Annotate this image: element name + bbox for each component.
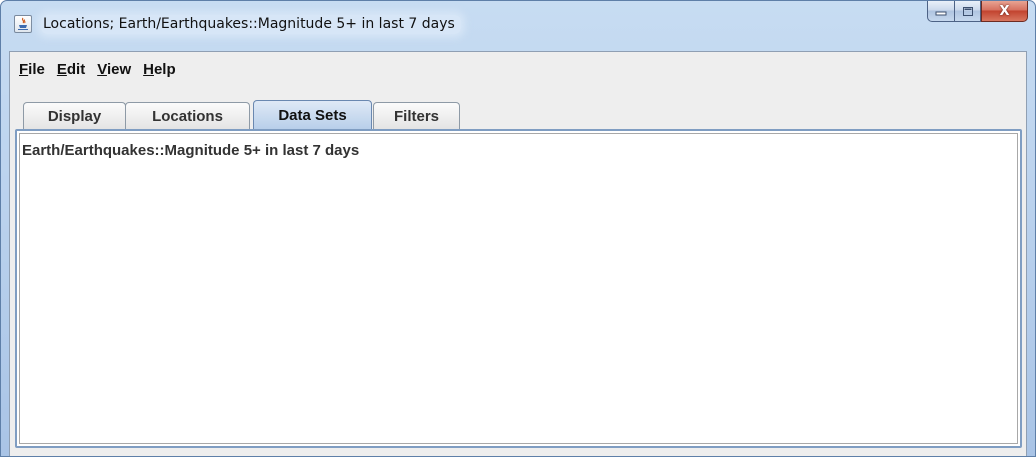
maximize-button[interactable] bbox=[954, 1, 981, 22]
window-client-area: File Edit View Help Display Locations Da… bbox=[9, 51, 1027, 456]
menu-view[interactable]: View bbox=[91, 59, 137, 80]
menu-edit[interactable]: Edit bbox=[51, 59, 91, 80]
dataset-list-item[interactable]: Earth/Earthquakes::Magnitude 5+ in last … bbox=[22, 142, 359, 159]
tab-display[interactable]: Display bbox=[23, 102, 126, 129]
minimize-icon bbox=[935, 11, 947, 16]
tab-locations[interactable]: Locations bbox=[125, 102, 250, 129]
tab-strip: Display Locations Data Sets Filters bbox=[10, 97, 1026, 129]
tab-filters[interactable]: Filters bbox=[373, 102, 460, 129]
close-button[interactable]: X bbox=[981, 1, 1028, 22]
title-bar[interactable]: Locations; Earth/Earthquakes::Magnitude … bbox=[1, 1, 1035, 51]
application-window: Locations; Earth/Earthquakes::Magnitude … bbox=[0, 0, 1036, 457]
menu-bar: File Edit View Help bbox=[10, 52, 1026, 87]
maximize-icon bbox=[962, 6, 973, 16]
data-sets-panel: Earth/Earthquakes::Magnitude 5+ in last … bbox=[15, 129, 1022, 448]
tab-data-sets[interactable]: Data Sets bbox=[253, 100, 372, 129]
window-title: Locations; Earth/Earthquakes::Magnitude … bbox=[41, 15, 461, 34]
menu-file[interactable]: File bbox=[13, 59, 51, 80]
minimize-button[interactable] bbox=[927, 1, 954, 22]
close-icon: X bbox=[999, 3, 1010, 19]
caption-buttons: X bbox=[927, 1, 1028, 22]
menu-help[interactable]: Help bbox=[137, 59, 182, 80]
java-icon[interactable] bbox=[14, 15, 32, 33]
